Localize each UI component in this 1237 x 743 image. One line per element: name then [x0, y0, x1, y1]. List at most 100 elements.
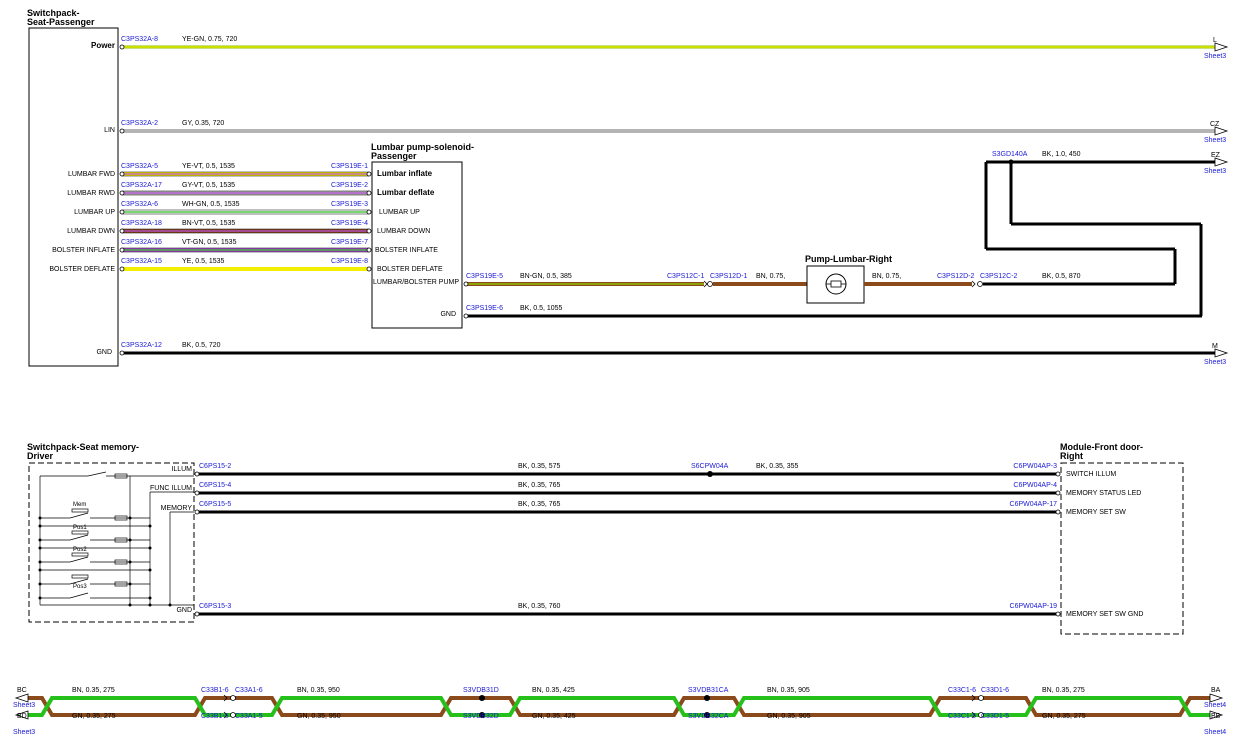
- wire-spec-6: BN-VT, 0.5, 1535: [182, 220, 235, 227]
- pin-lumbar-inflate: Lumbar inflate: [377, 169, 433, 178]
- switchpack-passenger-title-2: Seat-Passenger: [27, 17, 95, 27]
- wire-gnd[interactable]: [119, 348, 1229, 358]
- pin-power: Power: [91, 41, 115, 50]
- wire-spec-5: WH-GN, 0.5, 1535: [182, 201, 240, 208]
- wire-spec-bn1: BN, 0.35, 275: [72, 687, 115, 694]
- conn-c33c1-6: C33C1-6: [948, 687, 976, 694]
- ref-sheet3-M: Sheet3: [1204, 359, 1226, 366]
- wire-spec-gn5: GN, 0.35, 275: [1042, 713, 1086, 720]
- lumbar-pump-box[interactable]: [371, 161, 463, 329]
- conn-c6pw04ap-17: C6PW04AP-17: [1010, 501, 1058, 508]
- wire-spec-12: BN, 0.75,: [872, 273, 901, 280]
- wire-spec-bn2: BN, 0.35, 950: [297, 687, 340, 694]
- wire-spec-gnd: BK, 0.5, 720: [182, 342, 221, 349]
- pin-lumbar-fwd: LUMBAR FWD: [68, 171, 115, 178]
- ref-CZ: CZ: [1210, 121, 1220, 128]
- pin-lumbar-deflate: Lumbar deflate: [377, 188, 435, 197]
- pin-lumbar-bolster-pump: LUMBAR/BOLSTER PUMP: [373, 279, 459, 286]
- wire-spec-10: BN-GN, 0.5, 385: [520, 273, 572, 280]
- ref-sheet4-BA: Sheet4: [1204, 702, 1226, 709]
- wire-ez[interactable]: [986, 157, 1229, 316]
- wire-lumbar-dwn[interactable]: [122, 228, 369, 234]
- conn-c6pw04ap-4: C6PW04AP-4: [1013, 482, 1057, 489]
- wire-illum[interactable]: [197, 471, 1058, 477]
- switchpack-memory-title-2: Driver: [27, 451, 54, 461]
- conn-c33d1-6: C33D1-6: [981, 687, 1009, 694]
- wire-lumbar-up[interactable]: [122, 209, 369, 215]
- conn-c3ps12c-2: C3PS12C-2: [980, 273, 1017, 280]
- wire-spec-m4: BK, 0.35, 760: [518, 603, 561, 610]
- wire-bolster-inflate[interactable]: [122, 247, 369, 253]
- wire-spec-4: GY-VT, 0.5, 1535: [182, 182, 235, 189]
- conn-s3vdb31ca: S3VDB31CA: [688, 687, 729, 694]
- conn-c3ps19e-2: C3PS19E-2: [331, 182, 368, 189]
- conn-c3ps32a-16: C3PS32A-16: [121, 239, 162, 246]
- wire-spec-7: VT-GN, 0.5, 1535: [182, 239, 237, 246]
- label-pos2: Pos2: [73, 547, 87, 553]
- ref-sheet3-EZ: Sheet3: [1204, 168, 1226, 175]
- pin-pump-gnd: GND: [440, 311, 456, 318]
- pin-lumbar-rwd: LUMBAR RWD: [67, 190, 115, 197]
- wire-spec-m2: BK, 0.35, 765: [518, 482, 561, 489]
- conn-c3ps19e-6: C3PS19E-6: [466, 305, 503, 312]
- label-pos3: Pos3: [73, 584, 87, 590]
- conn-c33d1-5: C33D1-5: [981, 713, 1009, 720]
- wire-spec-gn2: GN, 0.35, 950: [297, 713, 341, 720]
- ref-L: L: [1213, 37, 1217, 44]
- wire-lumbar-rwd[interactable]: [122, 190, 369, 196]
- wire-spec-m3: BK, 0.35, 765: [518, 501, 561, 508]
- pin-lumbar-up: LUMBAR UP: [74, 209, 115, 216]
- pin-func-illum: FUNC ILLUM: [150, 485, 192, 492]
- pin-memory: MEMORY: [161, 505, 193, 512]
- pin-lumbar-up-r: LUMBAR UP: [379, 209, 420, 216]
- wire-spec-gn3: GN, 0.35, 425: [532, 713, 576, 720]
- module-door-title-2: Right: [1060, 451, 1083, 461]
- wire-pump-feed[interactable]: [463, 280, 807, 288]
- ref-sheet3-L: Sheet3: [1204, 53, 1226, 60]
- wire-spec-bn3: BN, 0.35, 425: [532, 687, 575, 694]
- memory-switch-nodes: [38, 516, 172, 607]
- conn-c6ps15-5: C6PS15-5: [199, 501, 231, 508]
- pin-bolster-deflate-r: BOLSTER DEFLATE: [377, 266, 443, 273]
- wire-spec-13: BK, 0.5, 870: [1042, 273, 1081, 280]
- pump-motor[interactable]: [806, 265, 865, 304]
- conn-s3vdb32ca: S3VDB32CA: [688, 713, 729, 720]
- conn-c3ps32a-2: C3PS32A-2: [121, 120, 158, 127]
- pin-memory-set-sw-gnd: MEMORY SET SW GND: [1066, 611, 1143, 618]
- conn-c33a1-6: C33A1-6: [235, 687, 263, 694]
- wire-spec-bn5: BN, 0.35, 275: [1042, 687, 1085, 694]
- wire-power[interactable]: [119, 42, 1229, 52]
- conn-c3ps12d-1: C3PS12D-1: [710, 273, 747, 280]
- conn-c33b1-5: C33B1-5: [201, 713, 229, 720]
- wire-lin[interactable]: [119, 126, 1229, 136]
- ref-sheet4-BB: Sheet4: [1204, 729, 1226, 736]
- module-door-box[interactable]: [1060, 462, 1184, 635]
- wire-spec-lin: GY, 0.35, 720: [182, 120, 224, 127]
- wire-spec-bn4: BN, 0.35, 905: [767, 687, 810, 694]
- ref-EZ: EZ: [1211, 152, 1221, 159]
- wire-pump-gnd[interactable]: [463, 313, 1202, 319]
- ref-sheet3-BC: Sheet3: [13, 702, 35, 709]
- conn-c33c1-5: C33C1-5: [948, 713, 976, 720]
- wire-lumbar-fwd[interactable]: [122, 171, 369, 177]
- pin-lin: LIN: [104, 127, 115, 134]
- ref-sheet3-CZ: Sheet3: [1204, 137, 1226, 144]
- conn-c3ps19e-8: C3PS19E-8: [331, 258, 368, 265]
- pin-memory-set-sw: MEMORY SET SW: [1066, 509, 1126, 516]
- conn-s6cpw04a: S6CPW04A: [691, 463, 729, 470]
- wire-spec-11: BN, 0.75,: [756, 273, 785, 280]
- wire-spec-15: BK, 0.5, 1055: [520, 305, 563, 312]
- wire-spec-3: YE-VT, 0.5, 1535: [182, 163, 235, 170]
- conn-c3ps19e-1: C3PS19E-1: [331, 163, 368, 170]
- conn-c3ps12d-2: C3PS12D-2: [937, 273, 974, 280]
- wire-spec-8: YE, 0.5, 1535: [182, 258, 225, 265]
- conn-c6pw04ap-3: C6PW04AP-3: [1013, 463, 1057, 470]
- ref-BB: BB: [1211, 713, 1221, 720]
- conn-c6ps15-2: C6PS15-2: [199, 463, 231, 470]
- conn-c3ps32a-12: C3PS32A-12: [121, 342, 162, 349]
- wire-spec-gn1: GN, 0.35, 275: [72, 713, 116, 720]
- switchpack-passenger-box[interactable]: [28, 27, 119, 367]
- pin-mem-gnd: GND: [176, 607, 192, 614]
- conn-s3vdb32d: S3VDB32D: [463, 713, 499, 720]
- wiring-diagram: Switchpack- Seat-Passenger Power LIN LUM…: [13, 8, 1229, 736]
